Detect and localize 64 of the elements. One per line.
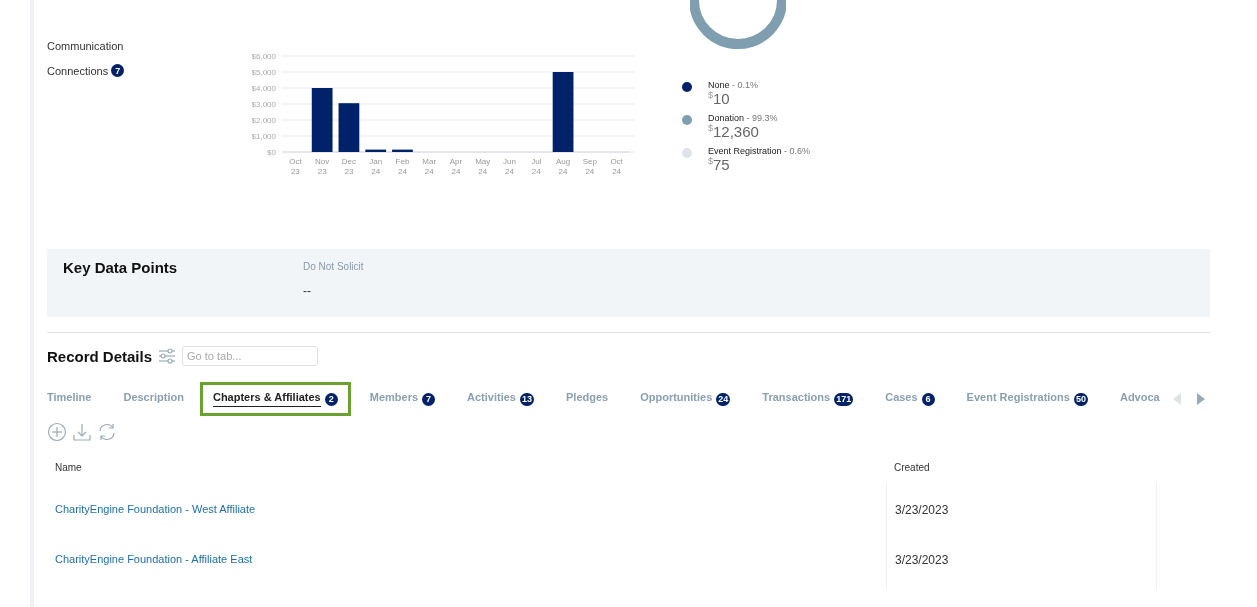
axis-label: $1,000 — [251, 132, 276, 141]
record-link[interactable]: CharityEngine Foundation - West Affiliate — [55, 503, 256, 515]
legend-label: Event Registration - 0.6% — [708, 146, 811, 156]
table-cell: 3/23/2023 — [895, 503, 949, 517]
field-value: -- — [303, 284, 312, 298]
axis-label: Dec 23 — [341, 157, 357, 176]
count-badge: 7 — [422, 392, 436, 406]
bar — [338, 103, 360, 152]
axis-label: $5,000 — [251, 68, 276, 77]
axis-label: Oct 23 — [289, 157, 302, 176]
section-title: Key Data Points — [63, 259, 179, 278]
axis-label: Jul 24 — [531, 157, 542, 176]
bar — [392, 149, 413, 152]
legend-amount: $10 — [708, 90, 731, 107]
count-badge: 2 — [324, 392, 338, 406]
axis-label: $6,000 — [251, 52, 276, 61]
count-badge: 50 — [1073, 392, 1088, 406]
count-badge: 13 — [519, 392, 534, 406]
summary-link[interactable]: Connections 7 — [47, 64, 242, 77]
axis-label: Sep 24 — [582, 157, 597, 176]
axis-label: Aug 24 — [555, 157, 571, 176]
record-link[interactable]: CharityEngine Foundation - Affiliate East — [55, 553, 253, 565]
search-field[interactable]: Go to tab... — [182, 346, 319, 366]
axis-label: May 24 — [475, 157, 491, 176]
count-badge: 24 — [716, 392, 731, 406]
count-badge: 6 — [921, 392, 935, 406]
axis-label: Jun 24 — [503, 157, 516, 176]
tab[interactable]: Transactions 171 — [762, 385, 854, 413]
count-badge: 7 — [111, 64, 125, 77]
refresh-icon[interactable] — [97, 422, 117, 442]
axis-label: $4,000 — [251, 84, 276, 93]
axis-label: $0 — [267, 148, 276, 157]
scroll-left-icon[interactable] — [1171, 392, 1183, 406]
tab[interactable]: Activities 13 — [467, 385, 534, 413]
axis-label: $3,000 — [251, 100, 276, 109]
tab[interactable]: Event Registrations 50 — [966, 385, 1088, 413]
add-icon[interactable] — [47, 422, 67, 442]
summary-link[interactable]: Communication — [47, 40, 242, 52]
section-title: Record Details — [47, 347, 153, 365]
tab[interactable]: Opportunities 24 — [640, 385, 731, 413]
legend-label: Donation - 99.3% — [708, 113, 778, 123]
axis-label: $2,000 — [251, 116, 276, 125]
filter-sliders-icon[interactable] — [158, 348, 177, 364]
download-icon[interactable] — [73, 422, 91, 442]
column-header: Name — [54, 461, 83, 475]
legend-label: None - 0.1% — [708, 80, 759, 90]
axis-label: Jan 24 — [369, 157, 383, 176]
tab[interactable]: Chapters & Affiliates 2 — [199, 382, 351, 416]
bar — [311, 88, 333, 152]
bar — [365, 149, 387, 152]
field-label: Do Not Solicit — [303, 261, 364, 272]
count-badge: 171 — [834, 392, 854, 406]
axis-label: Nov 23 — [315, 157, 330, 176]
tab[interactable]: Cases 6 — [885, 385, 935, 413]
axis-label: Feb 24 — [395, 157, 410, 176]
legend-amount: $75 — [708, 156, 731, 173]
axis-label: Mar 24 — [422, 157, 437, 176]
tab[interactable]: Members 7 — [369, 385, 436, 413]
axis-label: Apr 24 — [449, 157, 463, 176]
axis-label: Oct 24 — [610, 157, 623, 176]
column-header: Created — [893, 461, 931, 475]
table-cell: 3/23/2023 — [895, 553, 949, 567]
scroll-right-icon[interactable] — [1195, 392, 1207, 406]
legend-amount: $12,360 — [708, 123, 760, 140]
